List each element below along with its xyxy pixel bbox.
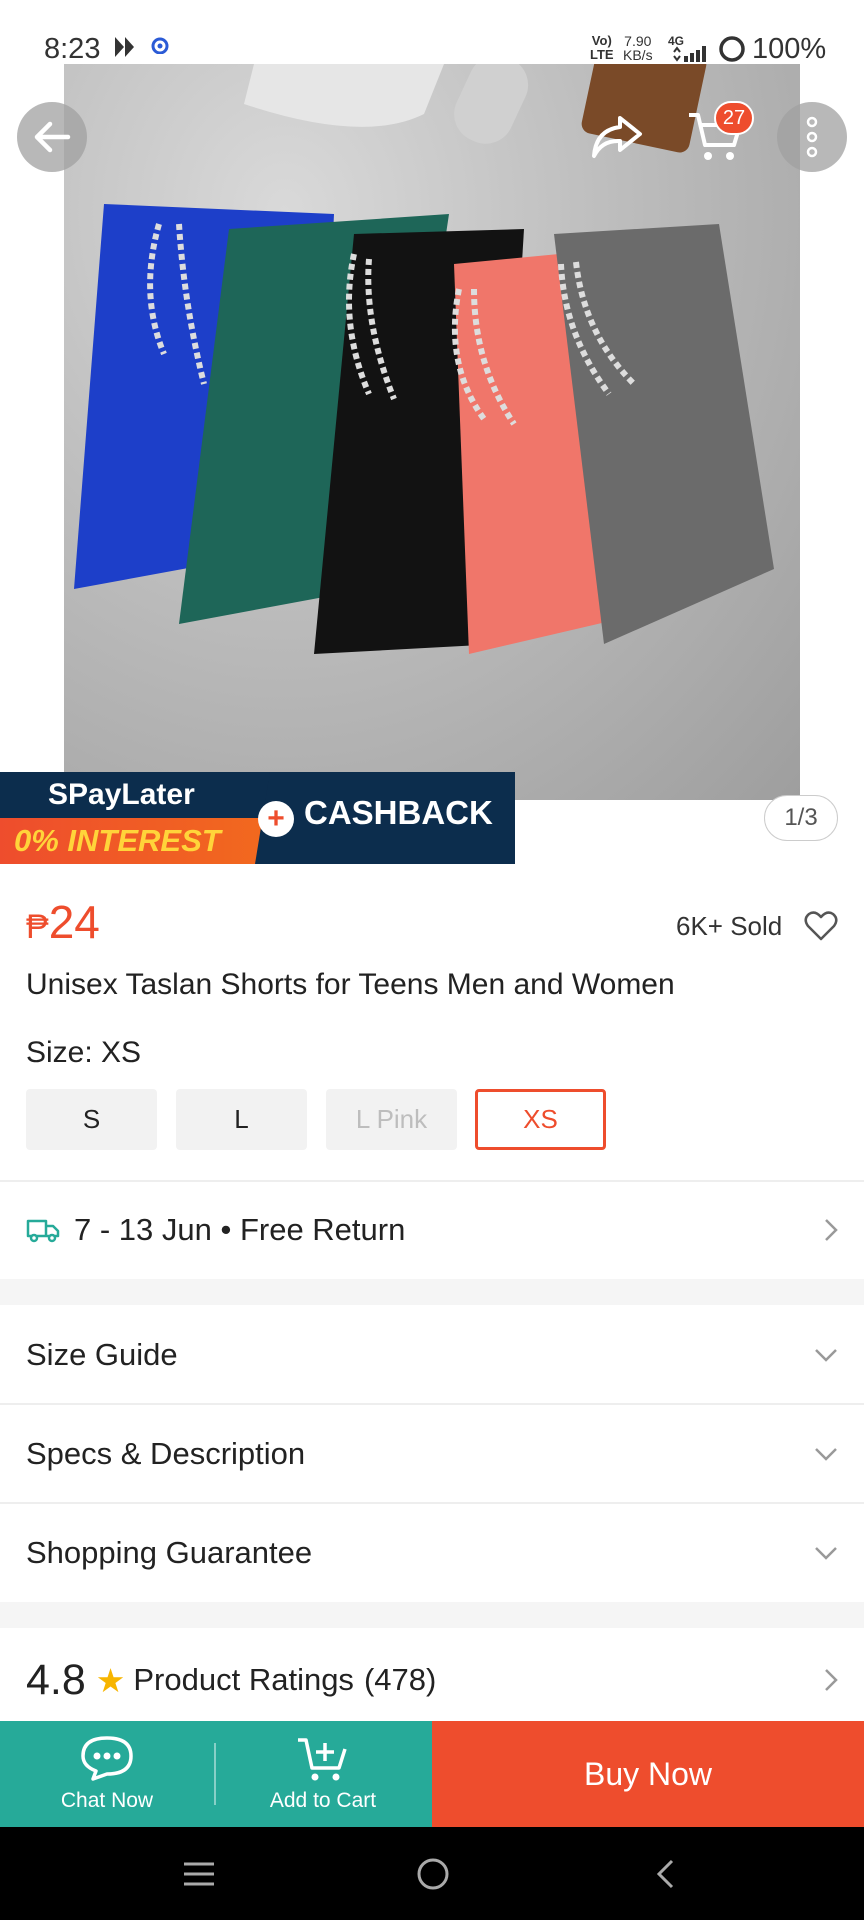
sold-count: 6K+ Sold	[676, 911, 783, 941]
chevron-down-icon	[815, 1547, 837, 1560]
share-button[interactable]	[582, 102, 652, 172]
chevron-down-icon	[815, 1448, 837, 1461]
more-options-button[interactable]	[777, 102, 847, 172]
size-guide-row[interactable]: Size Guide	[0, 1306, 864, 1404]
arrow-left-icon	[34, 121, 71, 153]
volte-indicator: Vo) LTE	[590, 33, 614, 62]
size-option-l[interactable]: L	[176, 1089, 307, 1150]
delivery-text: 7 - 13 Jun • Free Return	[74, 1212, 406, 1247]
star-icon: ★	[95, 1661, 126, 1699]
chevron-down-icon	[815, 1349, 837, 1362]
promo-interest: 0% INTEREST	[0, 818, 285, 864]
chat-now-label: Chat Now	[60, 1789, 154, 1812]
size-option-s[interactable]: S	[26, 1089, 157, 1150]
heart-icon[interactable]	[804, 910, 838, 942]
promo-cashback: CASHBACK	[304, 794, 493, 831]
battery-level: 100%	[752, 33, 827, 65]
section-gap	[0, 1602, 864, 1628]
chevron-right-icon	[825, 1219, 838, 1241]
bottom-action-bar: Chat Now Add to Cart Buy Now	[0, 1721, 864, 1827]
chevron-right-icon	[825, 1669, 838, 1691]
media-play-icon	[115, 37, 134, 57]
delivery-row[interactable]: 7 - 13 Jun • Free Return	[0, 1181, 864, 1279]
home-icon[interactable]	[416, 1857, 450, 1891]
chat-icon	[81, 1736, 133, 1781]
system-nav-bar	[0, 1827, 864, 1920]
ratings-count: (478)	[363, 1662, 437, 1697]
section-gap	[0, 1279, 864, 1305]
shopping-guarantee-row[interactable]: Shopping Guarantee	[0, 1504, 864, 1602]
back-button[interactable]	[17, 102, 87, 172]
add-to-cart-button[interactable]: Add to Cart	[216, 1721, 430, 1827]
cart-count-badge: 27	[714, 101, 754, 135]
app-notification-icon	[151, 37, 169, 54]
menu-icon[interactable]	[182, 1861, 216, 1887]
image-pager: 1/3	[764, 795, 838, 841]
add-to-cart-label: Add to Cart	[269, 1789, 377, 1812]
size-guide-label: Size Guide	[26, 1337, 178, 1372]
product-price: ₱24	[26, 895, 100, 949]
currency-symbol: ₱	[26, 908, 49, 946]
battery-icon	[719, 36, 745, 62]
promo-spaylater: SPayLater	[0, 772, 270, 818]
product-title: Unisex Taslan Shorts for Teens Men and W…	[26, 968, 675, 1001]
product-photo[interactable]	[64, 64, 800, 800]
price-value: 24	[48, 896, 100, 948]
plus-icon: +	[258, 801, 294, 837]
product-gallery[interactable]: 8:23 Vo) LTE 7.90 KB/s 4G 100% 27 SPayLa…	[0, 0, 864, 865]
status-time: 8:23	[44, 33, 101, 65]
size-option-l-pink[interactable]: L Pink	[326, 1089, 457, 1150]
rating-score: 4.8	[26, 1655, 86, 1704]
signal-strength-icon	[673, 46, 706, 62]
truck-icon	[26, 1219, 60, 1243]
shopping-guarantee-label: Shopping Guarantee	[26, 1535, 313, 1570]
action-bar-left: Chat Now Add to Cart	[0, 1721, 432, 1827]
add-cart-icon	[298, 1738, 347, 1781]
specs-row[interactable]: Specs & Description	[0, 1405, 864, 1503]
network-speed: 7.90 KB/s	[623, 33, 653, 63]
product-ratings-row[interactable]: 4.8 ★ Product Ratings (478)	[0, 1630, 864, 1730]
size-label: Size: XS	[26, 1036, 142, 1069]
back-nav-icon[interactable]	[655, 1859, 675, 1889]
chat-now-button[interactable]: Chat Now	[0, 1721, 214, 1827]
more-vertical-icon	[806, 116, 818, 158]
ratings-label: Product Ratings	[133, 1662, 354, 1697]
status-bar: 8:23 Vo) LTE 7.90 KB/s 4G 100%	[0, 0, 864, 100]
specs-label: Specs & Description	[26, 1436, 306, 1471]
buy-now-button[interactable]: Buy Now	[432, 1721, 864, 1827]
size-option-xs[interactable]: XS	[475, 1089, 606, 1150]
share-icon	[592, 116, 642, 158]
